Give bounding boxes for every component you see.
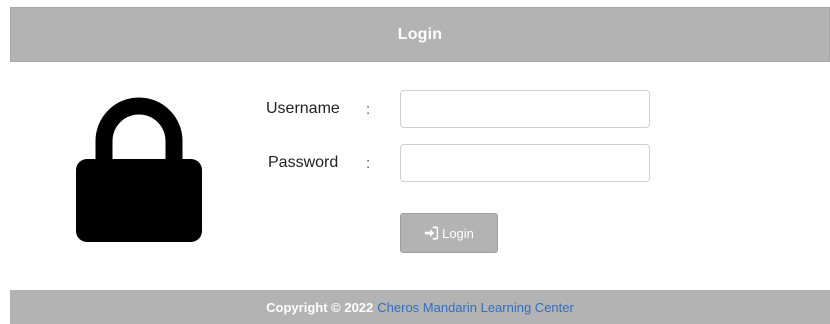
copyright-text: Copyright © 2022 [266,299,374,315]
footer-bar: Copyright © 2022 Cheros Mandarin Learnin… [10,290,830,324]
organization-link[interactable]: Cheros Mandarin Learning Center [377,300,574,315]
password-colon: : [366,154,371,172]
padlock-icon [76,97,202,242]
username-label: Username [266,100,340,117]
header-bar: Login [10,7,830,62]
login-button[interactable]: Login [400,213,498,253]
sign-in-icon [424,226,439,240]
password-row: Password : [266,144,650,182]
username-input[interactable] [400,90,650,128]
username-row: Username : [266,90,650,128]
password-input[interactable] [400,144,650,182]
login-button-label: Login [442,225,474,241]
page-title: Login [397,25,443,43]
username-colon: : [366,100,371,118]
password-label: Password [268,154,339,171]
